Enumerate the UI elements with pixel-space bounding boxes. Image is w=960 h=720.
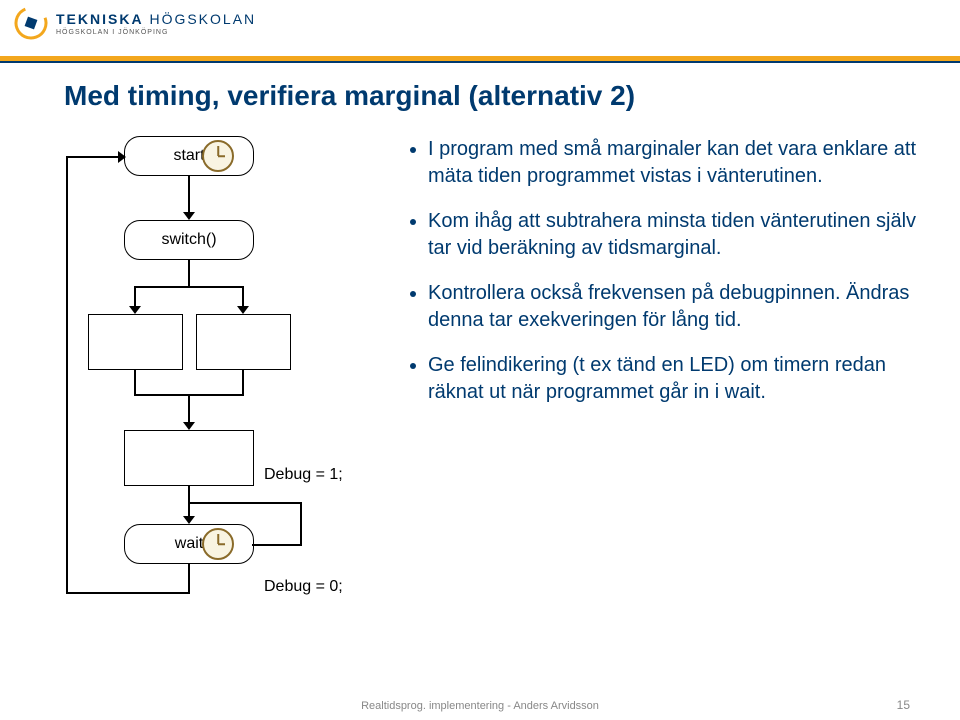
arrow-line — [66, 592, 190, 594]
node-switch-label: switch() — [161, 231, 216, 249]
list-item: Ge felindikering (t ex tänd en LED) om t… — [428, 352, 930, 406]
arrow-line — [300, 502, 302, 546]
footer-text: Realtidsprog. implementering - Anders Ar… — [0, 700, 960, 712]
header: TEKNISKA HÖGSKOLAN HÖGSKOLAN I JÖNKÖPING — [0, 0, 960, 60]
logo: TEKNISKA HÖGSKOLAN HÖGSKOLAN I JÖNKÖPING — [14, 6, 256, 40]
node-branch-right — [196, 314, 291, 370]
arrowhead-icon — [183, 212, 195, 220]
page-number: 15 — [897, 698, 910, 712]
arrow-line — [252, 544, 302, 546]
bullet-list: I program med små marginaler kan det var… — [404, 136, 930, 656]
node-wait: wait — [124, 524, 254, 564]
list-item: Kontrollera också frekvensen på debugpin… — [428, 280, 930, 334]
list-item: I program med små marginaler kan det var… — [428, 136, 930, 190]
arrow-line — [66, 156, 122, 158]
logo-text-line2: HÖGSKOLAN I JÖNKÖPING — [56, 29, 256, 36]
node-switch: switch() — [124, 220, 254, 260]
logo-icon — [14, 6, 48, 40]
node-branch-left — [88, 314, 183, 370]
arrow-line — [188, 260, 190, 286]
arrow-line — [188, 564, 190, 592]
label-debug0: Debug = 0; — [264, 578, 343, 596]
arrow-line — [134, 370, 136, 394]
node-start-label: start — [173, 147, 204, 165]
clock-icon — [202, 140, 234, 172]
node-wait-label: wait — [175, 535, 203, 553]
logo-text-line1: TEKNISKA HÖGSKOLAN — [56, 11, 256, 27]
arrow-line — [242, 370, 244, 394]
list-item: Kom ihåg att subtrahera minsta tiden vän… — [428, 208, 930, 262]
arrowhead-icon — [183, 422, 195, 430]
arrow-line — [134, 286, 244, 288]
divider-blue — [0, 61, 960, 63]
arrow-line — [188, 502, 302, 504]
flowchart: start switch() — [64, 136, 384, 656]
arrowhead-icon — [183, 516, 195, 524]
page-title: Med timing, verifiera marginal (alternat… — [64, 80, 930, 112]
label-debug1: Debug = 1; — [264, 466, 343, 484]
arrowhead-icon — [129, 306, 141, 314]
arrow-line — [66, 156, 68, 594]
clock-icon — [202, 528, 234, 560]
node-pre-wait — [124, 430, 254, 486]
node-start: start — [124, 136, 254, 176]
arrowhead-icon — [118, 151, 126, 163]
arrow-line — [188, 176, 190, 216]
arrowhead-icon — [237, 306, 249, 314]
